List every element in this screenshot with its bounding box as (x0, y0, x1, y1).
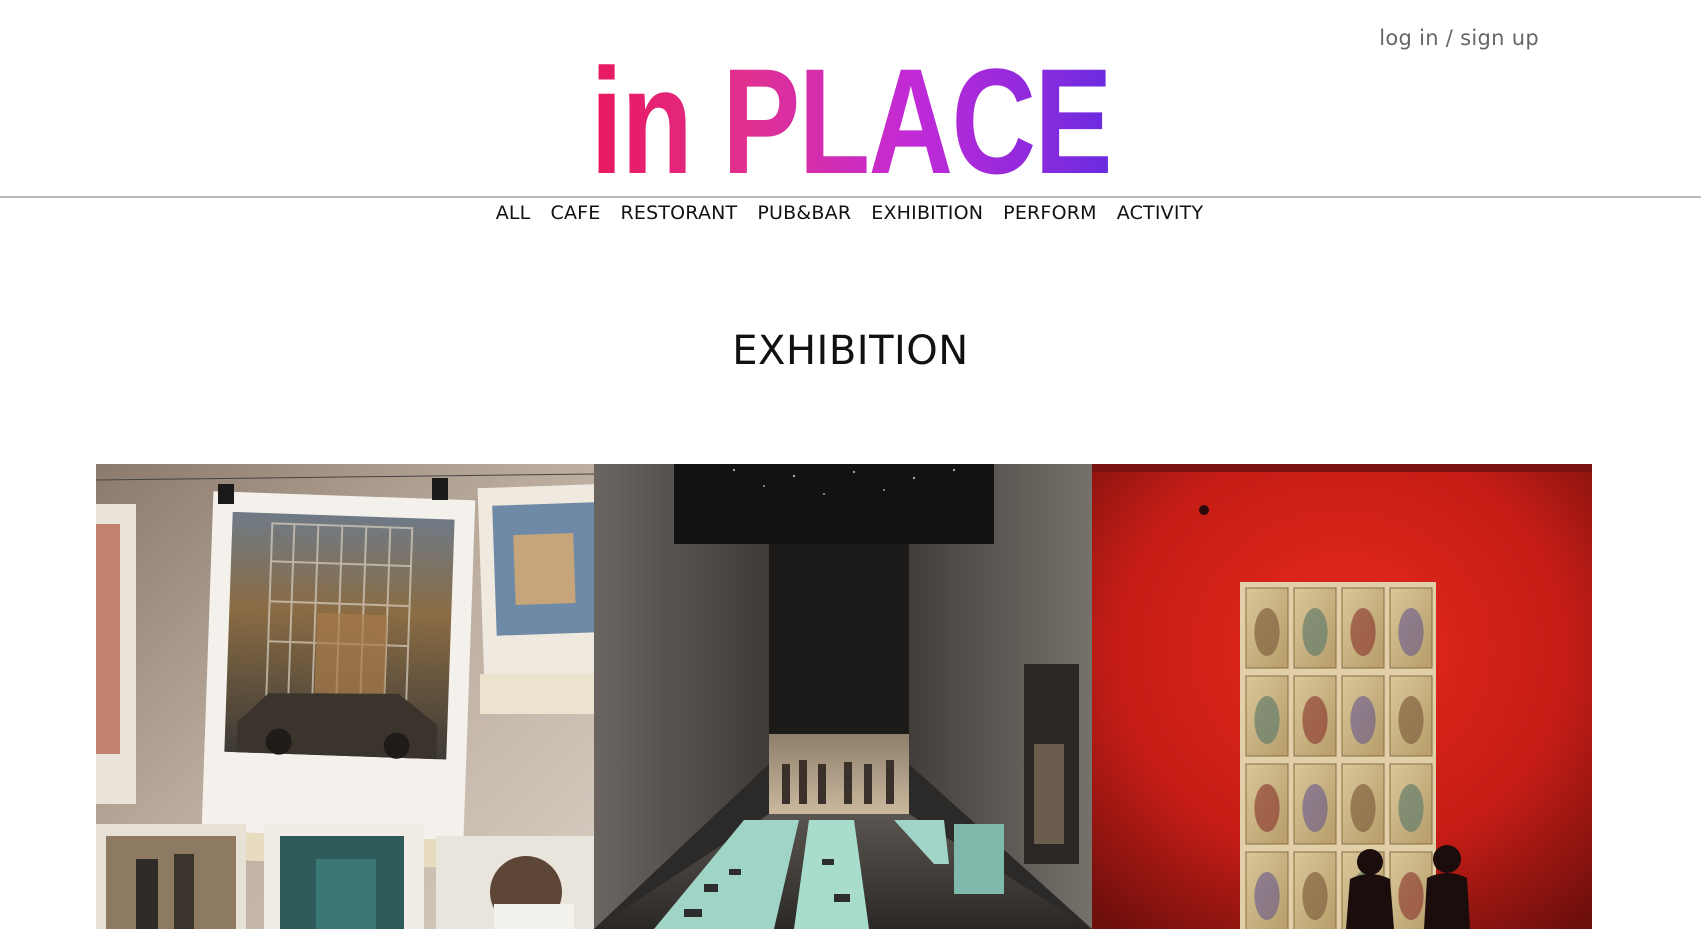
panel-figure (1350, 784, 1376, 832)
nav-item-all[interactable]: ALL (496, 202, 531, 224)
nav-item-exhibition[interactable]: EXHIBITION (871, 202, 983, 224)
panel-figure (1350, 608, 1376, 656)
login-signup-link[interactable]: log in / sign up (1379, 26, 1539, 50)
panel-figure (1254, 696, 1280, 744)
panel-figure (1398, 872, 1424, 920)
panel-figure (1302, 872, 1328, 920)
panel-figure (1254, 872, 1280, 920)
page-title: EXHIBITION (732, 328, 969, 374)
panel-figure (1398, 608, 1424, 656)
gallery-hall-image (594, 464, 1092, 929)
logo-text: in PLACE (590, 37, 1112, 205)
panel-figure (1350, 696, 1376, 744)
nav-item-activity[interactable]: ACTIVITY (1117, 202, 1204, 224)
panel-figure (1302, 784, 1328, 832)
photo-prints-image (96, 464, 594, 929)
exhibition-card-gallery-hall[interactable] (594, 464, 1092, 929)
nav-item-cafe[interactable]: CAFE (550, 202, 600, 224)
nav-item-pub-bar[interactable]: PUB&BAR (757, 202, 851, 224)
panel-figure (1254, 784, 1280, 832)
logo[interactable]: in PLACE (0, 37, 1701, 205)
panel-figure (1302, 696, 1328, 744)
panel-figure (1398, 696, 1424, 744)
exhibition-card-red-wall[interactable] (1092, 464, 1592, 929)
nav-item-restaurant[interactable]: RESTORANT (620, 202, 737, 224)
category-nav: ALL CAFE RESTORANT PUB&BAR EXHIBITION PE… (0, 202, 1701, 224)
exhibition-gallery (96, 464, 1592, 929)
nav-item-perform[interactable]: PERFORM (1003, 202, 1097, 224)
panel-figure (1302, 608, 1328, 656)
panel-figure (1254, 608, 1280, 656)
red-wall-image (1092, 464, 1592, 929)
panel-figure (1398, 784, 1424, 832)
header-divider (0, 196, 1701, 198)
exhibition-card-photo-prints[interactable] (96, 464, 594, 929)
